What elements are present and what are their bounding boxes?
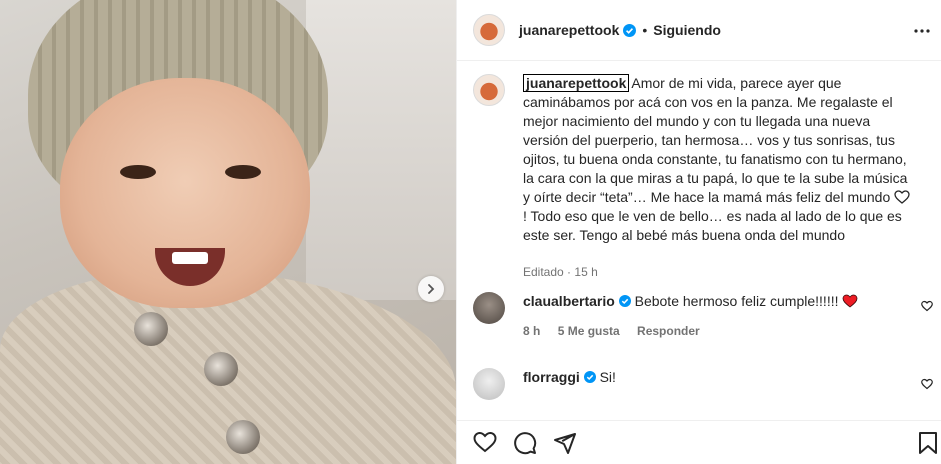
eye-left <box>120 165 156 179</box>
following-button[interactable]: Siguiendo <box>653 22 721 38</box>
eye-right <box>225 165 261 179</box>
sweater-button <box>226 420 260 454</box>
red-heart-emoji-icon <box>842 294 858 308</box>
chevron-right-icon <box>428 284 435 294</box>
author-avatar[interactable] <box>473 14 505 46</box>
edited-label: Editado <box>523 265 564 279</box>
save-bookmark-icon[interactable] <box>918 431 938 455</box>
comment-item: claualbertario Bebote hermoso feliz cump… <box>473 292 933 338</box>
post-time: 15 h <box>574 265 598 279</box>
caption-avatar[interactable] <box>473 74 505 106</box>
more-options-icon[interactable] <box>913 22 931 40</box>
author-username[interactable]: juanarepettook <box>519 22 619 38</box>
comment-icon[interactable] <box>513 431 537 455</box>
caption-username[interactable]: juanarepettook <box>523 74 630 92</box>
post-actions-bar <box>457 420 941 464</box>
comment-text: Bebote hermoso feliz cumple!!!!!! <box>634 293 839 309</box>
verified-badge-icon <box>623 23 637 37</box>
share-icon[interactable] <box>553 431 577 455</box>
reply-button[interactable]: Responder <box>637 324 700 338</box>
heart-outline-emoji-icon <box>894 190 910 204</box>
commenter-username[interactable]: florraggi <box>523 369 580 385</box>
caption-text-continued: ! Todo eso que le ven de bello… es nada … <box>523 208 902 243</box>
post-header: juanarepettook • Siguiendo <box>457 0 941 61</box>
post-image[interactable] <box>0 0 456 464</box>
sweater-button <box>134 312 168 346</box>
tooth <box>172 252 208 264</box>
like-heart-icon[interactable] <box>473 431 497 453</box>
like-comment-icon[interactable] <box>921 300 933 312</box>
separator-dot: • <box>642 22 648 38</box>
comment-likes[interactable]: 5 Me gusta <box>558 324 620 338</box>
commenter-username[interactable]: claualbertario <box>523 293 615 309</box>
comment-time: 8 h <box>523 324 541 338</box>
meta-separator: · <box>567 265 572 279</box>
verified-badge-icon <box>618 295 631 307</box>
post-caption: juanarepettook Amor de mi vida, parece ay… <box>473 74 933 282</box>
comment-text: Si! <box>599 369 616 385</box>
background-wall <box>306 0 456 300</box>
verified-badge-icon <box>583 371 596 383</box>
caption-text: Amor de mi vida, parece ayer que camináb… <box>523 75 908 205</box>
sweater-button <box>204 352 238 386</box>
commenter-avatar[interactable] <box>473 368 505 400</box>
comment-item: florraggi Si! <box>473 368 933 400</box>
comment-meta: 8 h 5 Me gusta Responder <box>523 324 858 338</box>
carousel-next-button[interactable] <box>418 276 444 302</box>
post-side-panel: juanarepettook • Siguiendo juanarepettoo… <box>456 0 941 464</box>
like-comment-icon[interactable] <box>921 378 933 390</box>
post-meta: Editado · 15 h <box>523 263 913 282</box>
commenter-avatar[interactable] <box>473 292 505 324</box>
